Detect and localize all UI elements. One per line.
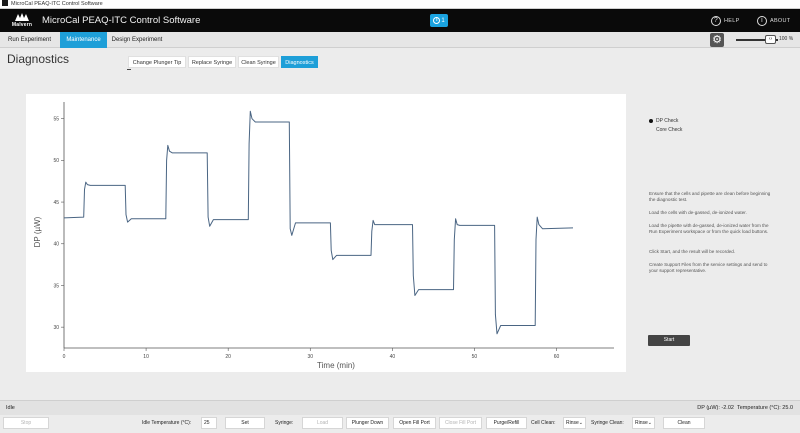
dp-chart-card: 0 10 20 30 40 50 60 30 35 40 45 50 55 Time (min) DP … bbox=[26, 94, 626, 372]
dp-readout: DP (µW): -2.02 bbox=[697, 405, 734, 411]
about-label: ABOUT bbox=[770, 17, 791, 24]
tab-run-experiment[interactable]: Run Experiment bbox=[0, 32, 59, 48]
help-icon: ? bbox=[711, 15, 721, 26]
idle-temp-input[interactable]: 25 bbox=[201, 417, 217, 429]
stop-button[interactable]: Stop bbox=[3, 417, 49, 429]
app-window: MicroCal PEAQ-ITC Control Software Malve… bbox=[0, 0, 800, 433]
instruction-1: Ensure that the cells and pipette are cl… bbox=[649, 191, 771, 203]
x-tick-label: 20 bbox=[225, 354, 231, 360]
info-icon: i bbox=[433, 17, 441, 24]
status-readouts: DP (µW): -2.02 Temperature (°C): 25.0 bbox=[697, 404, 793, 413]
help-button[interactable]: ? HELP bbox=[711, 14, 740, 27]
plunger-down-button[interactable]: Plunger Down bbox=[346, 417, 389, 429]
radio-dp-check[interactable]: DP Check bbox=[649, 117, 678, 125]
start-button[interactable]: Start bbox=[648, 335, 690, 346]
radio-dp-check-label: DP Check bbox=[656, 118, 679, 124]
app-header: Malvern MicroCal PEAQ-ITC Control Softwa… bbox=[0, 9, 800, 32]
instruction-2: Load the cells with de-gassed, de-ionize… bbox=[649, 210, 747, 215]
x-tick-label: 60 bbox=[554, 354, 560, 360]
tab-design-experiment[interactable]: Design Experiment bbox=[107, 32, 167, 48]
x-axis-title: Time (min) bbox=[317, 361, 355, 370]
settings-gear-icon[interactable]: ⚙ bbox=[710, 33, 724, 47]
y-tick-label: 50 bbox=[53, 158, 59, 164]
y-axis-title: DP (µW) bbox=[33, 216, 42, 247]
idle-temp-label: Idle Temperature (°C): bbox=[142, 420, 192, 426]
x-tick-label: 0 bbox=[63, 354, 66, 360]
close-fill-port-button[interactable]: Close Fill Port bbox=[439, 417, 482, 429]
zoom-slider-handle[interactable]: ‹› bbox=[765, 35, 776, 44]
notification-badge[interactable]: i 1 bbox=[430, 14, 448, 27]
instruction-4: Click Start, and the result will be reco… bbox=[649, 249, 736, 254]
tab-maintenance[interactable]: Maintenance bbox=[60, 32, 107, 48]
app-icon bbox=[2, 0, 8, 7]
subtab-clean-syringe[interactable]: Clean Syringe bbox=[238, 56, 279, 68]
radio-unselected-icon bbox=[649, 128, 653, 132]
window-title: MicroCal PEAQ-ITC Control Software bbox=[11, 1, 103, 7]
chevron-down-icon: ⌄ bbox=[647, 420, 652, 426]
subtab-diagnostics[interactable]: Diagnostics bbox=[281, 56, 318, 68]
syringe-clean-value: Rinse bbox=[635, 420, 648, 426]
syringe-label: Syringe: bbox=[275, 420, 294, 426]
syringe-clean-label: Syringe Clean: bbox=[591, 420, 624, 426]
notification-count: 1 bbox=[441, 17, 445, 24]
load-button[interactable]: Load bbox=[302, 417, 343, 429]
dp-chart: 0 10 20 30 40 50 60 30 35 40 45 50 55 Time (min) DP … bbox=[33, 102, 614, 370]
syringe-clean-select[interactable]: Rinse ⌄ bbox=[632, 417, 655, 429]
x-tick-label: 40 bbox=[390, 354, 396, 360]
x-tick-label: 30 bbox=[307, 354, 313, 360]
purge-refill-button[interactable]: Purge/Refill bbox=[486, 417, 527, 429]
logo-text: Malvern bbox=[11, 22, 33, 28]
set-button[interactable]: Set bbox=[225, 417, 265, 429]
help-label: HELP bbox=[724, 17, 740, 24]
os-titlebar: MicroCal PEAQ-ITC Control Software bbox=[0, 0, 800, 9]
y-tick-label: 30 bbox=[53, 325, 59, 331]
main-nav: Run Experiment Maintenance Design Experi… bbox=[0, 32, 800, 48]
dp-series-line bbox=[63, 110, 574, 335]
y-tick-label: 35 bbox=[53, 283, 59, 289]
cell-clean-label: Cell Clean: bbox=[531, 420, 556, 426]
about-icon: i bbox=[757, 15, 767, 26]
y-tick-label: 45 bbox=[53, 200, 59, 206]
subtab-change-plunger-tip[interactable]: Change Plunger Tip bbox=[128, 56, 186, 68]
x-tick-label: 50 bbox=[472, 354, 478, 360]
open-fill-port-button[interactable]: Open Fill Port bbox=[393, 417, 436, 429]
zoom-level: 100 % bbox=[779, 36, 794, 42]
cell-clean-select[interactable]: Rinse ⌄ bbox=[563, 417, 586, 429]
clean-button[interactable]: Clean bbox=[663, 417, 705, 429]
subtab-replace-syringe[interactable]: Replace Syringe bbox=[188, 56, 236, 68]
chevron-down-icon: ⌄ bbox=[578, 420, 583, 426]
radio-selected-icon bbox=[649, 119, 653, 123]
radio-core-check[interactable]: Core Check bbox=[649, 126, 682, 134]
malvern-logo-icon bbox=[15, 13, 29, 21]
cell-clean-value: Rinse bbox=[566, 420, 579, 426]
instruction-5: Create Support Files from the service se… bbox=[649, 262, 768, 274]
x-tick-label: 10 bbox=[143, 354, 149, 360]
about-button[interactable]: i ABOUT bbox=[757, 14, 790, 27]
status-bar: Idle DP (µW): -2.02 Temperature (°C): 25… bbox=[0, 400, 800, 415]
y-tick-label: 55 bbox=[53, 116, 59, 122]
instruction-3: Load the pipette with de-gassed, de-ioni… bbox=[649, 223, 769, 235]
radio-core-check-label: Core Check bbox=[656, 127, 683, 133]
malvern-logo: Malvern bbox=[8, 12, 36, 29]
bottom-toolbar: Stop Idle Temperature (°C): 25 Set Syrin… bbox=[0, 415, 800, 433]
page-title: Diagnostics bbox=[7, 52, 70, 66]
temperature-readout: Temperature (°C): 25.0 bbox=[737, 405, 793, 411]
y-tick-label: 40 bbox=[53, 242, 59, 248]
instrument-state: Idle bbox=[6, 405, 15, 411]
app-title: MicroCal PEAQ-ITC Control Software bbox=[42, 15, 201, 26]
subtab-marker bbox=[127, 69, 131, 70]
